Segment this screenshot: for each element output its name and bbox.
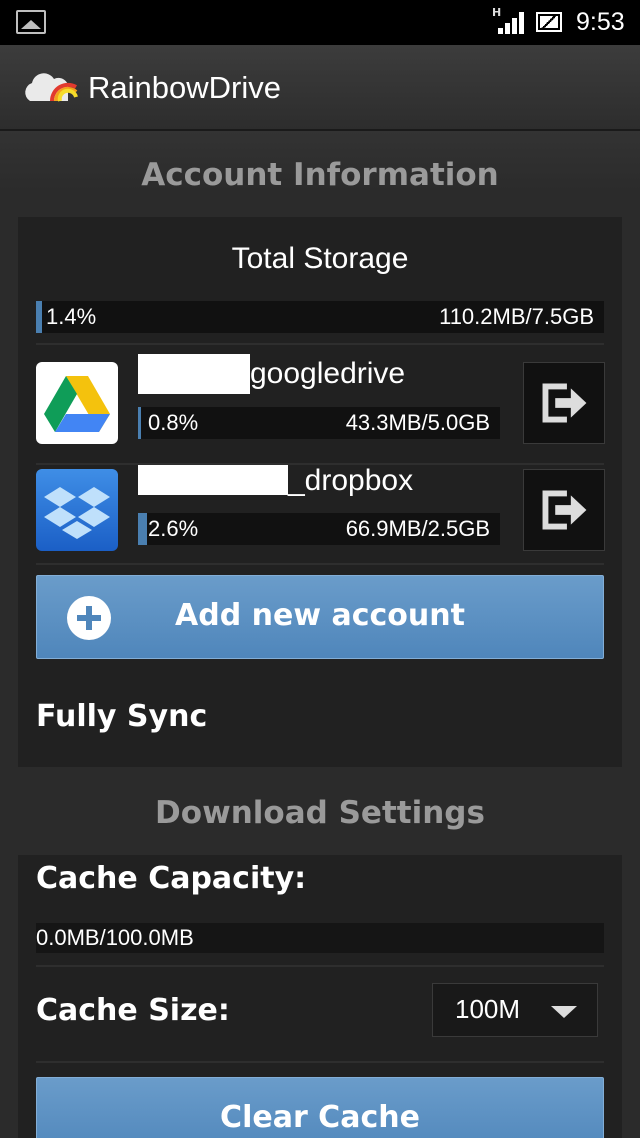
account-name-googledrive: googledrive xyxy=(250,357,406,390)
cache-size-value: 100M xyxy=(455,994,521,1024)
total-storage-percent: 1.4% xyxy=(46,304,97,329)
divider xyxy=(36,563,604,565)
download-panel: Cache Capacity: 0.0MB/100.0MB Cache Size… xyxy=(18,855,622,1138)
fully-sync-row[interactable]: Fully Sync xyxy=(18,673,622,767)
cache-capacity-label: Cache Capacity: xyxy=(36,861,307,896)
dropbox-storage-bar: 2.6% 66.9MB/2.5GB xyxy=(138,513,500,545)
battery-icon xyxy=(536,12,562,32)
status-bar: H 9:53 xyxy=(0,0,640,45)
googledrive-storage-fill xyxy=(138,407,141,439)
total-storage-fill xyxy=(36,301,42,333)
account-name-dropbox: _dropbox xyxy=(288,464,414,497)
total-storage-label: Total Storage xyxy=(231,242,409,275)
google-drive-icon xyxy=(36,362,118,444)
total-storage-amount: 110.2MB/7.5GB xyxy=(439,304,594,329)
cache-capacity-value: 0.0MB/100.0MB xyxy=(36,925,194,950)
logout-icon xyxy=(542,383,587,423)
cache-size-dropdown[interactable]: 100M xyxy=(432,983,598,1037)
googledrive-amount: 43.3MB/5.0GB xyxy=(345,410,490,435)
rainbowdrive-logo-icon xyxy=(25,73,78,102)
app-title: RainbowDrive xyxy=(88,70,281,105)
googledrive-percent: 0.8% xyxy=(148,410,199,435)
dropbox-percent: 2.6% xyxy=(148,516,199,541)
fully-sync-label: Fully Sync xyxy=(36,699,208,734)
dropbox-amount: 66.9MB/2.5GB xyxy=(345,516,490,541)
clear-cache-label: Clear Cache xyxy=(220,1100,420,1135)
googledrive-logout-button[interactable] xyxy=(523,362,605,444)
cache-size-label: Cache Size: xyxy=(36,993,230,1028)
add-account-button[interactable]: Add new account xyxy=(36,575,604,659)
image-notification-icon xyxy=(16,10,46,34)
action-bar: RainbowDrive xyxy=(0,45,640,131)
download-section-title: Download Settings xyxy=(155,795,485,831)
logout-icon xyxy=(542,490,587,530)
divider xyxy=(36,1061,604,1063)
settings-content[interactable]: Account Information Total Storage 1.4% 1… xyxy=(0,131,640,1138)
divider xyxy=(36,343,604,345)
dropbox-storage-fill xyxy=(138,513,147,545)
dropbox-icon xyxy=(36,469,118,551)
clear-cache-button[interactable]: Clear Cache xyxy=(36,1077,604,1138)
chevron-down-icon xyxy=(551,1006,577,1018)
cache-capacity-bar: 0.0MB/100.0MB xyxy=(36,923,604,953)
clock: 9:53 xyxy=(576,8,625,36)
redacted-username xyxy=(138,465,288,495)
total-storage-bar: 1.4% 110.2MB/7.5GB xyxy=(36,301,604,333)
account-section-title: Account Information xyxy=(141,157,499,193)
add-account-label: Add new account xyxy=(175,598,465,633)
signal-icon xyxy=(498,12,524,34)
googledrive-storage-bar: 0.8% 43.3MB/5.0GB xyxy=(138,407,500,439)
divider xyxy=(36,965,604,967)
dropbox-logout-button[interactable] xyxy=(523,469,605,551)
redacted-username xyxy=(138,354,250,394)
